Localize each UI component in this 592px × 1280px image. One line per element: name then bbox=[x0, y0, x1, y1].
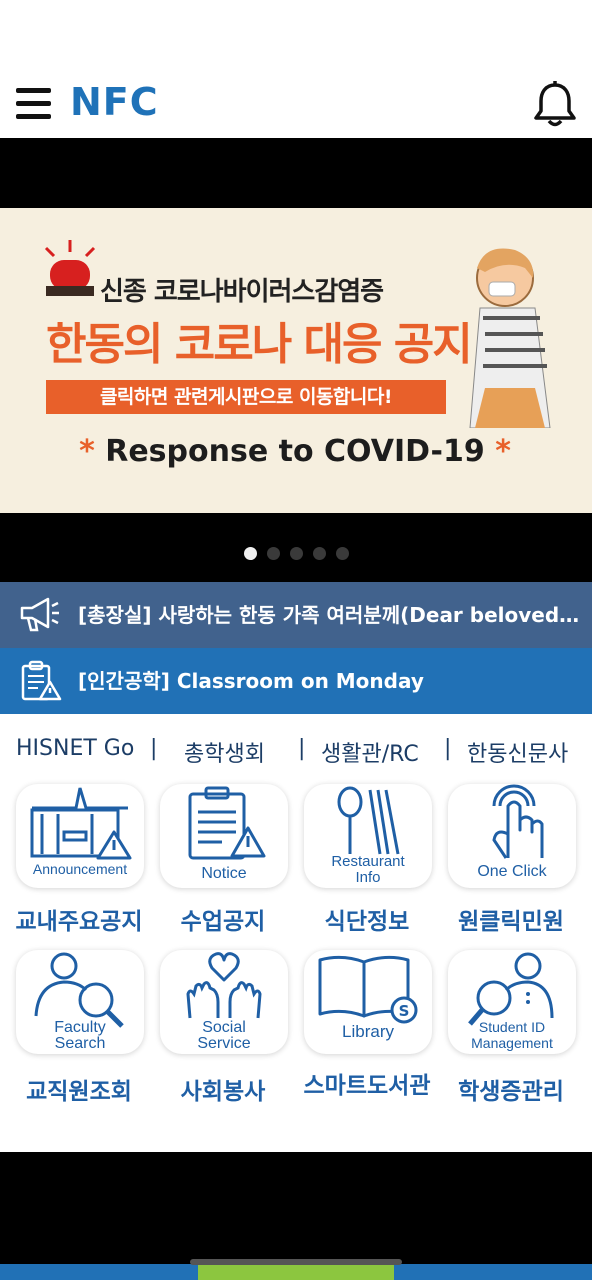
separator: | bbox=[444, 736, 452, 761]
tile-label-line2: Search bbox=[54, 1035, 106, 1052]
pagination-dot[interactable] bbox=[266, 547, 280, 560]
pagination-dot[interactable] bbox=[335, 547, 349, 560]
tile-caption: 스마트도서관 bbox=[303, 1073, 431, 1099]
tile-label: Library bbox=[342, 1022, 394, 1041]
pagination-dot[interactable] bbox=[312, 547, 326, 560]
quicklink-hisnet[interactable]: HISNET Go bbox=[16, 736, 134, 761]
carousel-pagination bbox=[0, 545, 592, 561]
notice-banner-class[interactable]: [인간공학] Classroom on Monday bbox=[0, 648, 592, 714]
tile-label-line2: Info bbox=[355, 869, 381, 886]
banner-line2: 한동의 코로나 대응 공지 bbox=[46, 319, 473, 370]
banner-star-left: * bbox=[79, 434, 95, 469]
tile-faculty-search[interactable]: Faculty Search bbox=[16, 950, 144, 1054]
separator: | bbox=[298, 736, 306, 761]
tile-social-service[interactable]: Social Service bbox=[160, 950, 288, 1054]
separator: | bbox=[150, 736, 158, 761]
quicklink-newspaper[interactable]: 한동신문사 bbox=[467, 736, 568, 768]
banner-line1: 신종 코로나바이러스감염증 bbox=[100, 277, 384, 307]
coughing-person-illustration bbox=[469, 248, 551, 428]
tile-label-line2: Service bbox=[197, 1035, 251, 1052]
siren-icon bbox=[44, 240, 96, 296]
quicklink-student-council[interactable]: 총학생회 bbox=[184, 736, 265, 768]
notice-banner-president[interactable]: [총장실] 사랑하는 한동 가족 여러분께(Dear beloved Hando… bbox=[0, 582, 592, 648]
notice-text: [인간공학] Classroom on Monday bbox=[78, 669, 424, 693]
tile-label-line2: Management bbox=[471, 1035, 553, 1051]
tile-announcement[interactable]: Announcement bbox=[16, 784, 144, 888]
tile-label-line1: Restaurant bbox=[331, 853, 405, 870]
tile-label: Announcement bbox=[32, 861, 128, 877]
tile-caption: 학생증관리 bbox=[458, 1079, 564, 1105]
tile-label-line1: Student ID bbox=[478, 1019, 546, 1035]
pagination-dot[interactable] bbox=[289, 547, 303, 560]
tile-restaurant[interactable]: Restaurant Info bbox=[304, 784, 432, 888]
megaphone-icon bbox=[20, 597, 59, 632]
pagination-dot[interactable] bbox=[243, 547, 257, 560]
banner-line3: 클릭하면 관련게시판으로 이동합니다! bbox=[46, 380, 446, 414]
banner-line4: * Response to COVID-19 * bbox=[70, 434, 520, 469]
notice-text: [총장실] 사랑하는 한동 가족 여러분께(Dear beloved Hando… bbox=[78, 603, 583, 627]
tile-library[interactable]: S Library bbox=[304, 950, 432, 1054]
home-indicator[interactable] bbox=[190, 1259, 402, 1265]
banner-carousel[interactable]: 신종 코로나바이러스감염증 한동의 코로나 대응 공지 클릭하면 관련게시판으로… bbox=[0, 138, 592, 582]
tile-caption: 사회봉사 bbox=[180, 1079, 266, 1105]
banner-line4-text: Response to COVID-19 bbox=[105, 434, 485, 469]
svg-text:S: S bbox=[399, 1002, 410, 1020]
tile-caption: 수업공지 bbox=[180, 909, 266, 935]
tile-caption: 식단정보 bbox=[324, 909, 410, 935]
tile-caption: 교직원조회 bbox=[26, 1079, 132, 1105]
quicklinks-bar: HISNET Go | 총학생회 | 생활관/RC | 한동신문사 bbox=[0, 730, 592, 770]
quicklink-dorm-rc[interactable]: 생활관/RC bbox=[321, 736, 419, 768]
tile-label-line1: Social bbox=[202, 1019, 246, 1036]
clipboard-alert-icon bbox=[21, 660, 62, 701]
bottom-nav-active[interactable] bbox=[198, 1264, 394, 1280]
bell-icon[interactable] bbox=[532, 80, 578, 128]
tile-label-line1: Faculty bbox=[54, 1019, 106, 1036]
hamburger-icon[interactable] bbox=[16, 88, 52, 120]
banner-star-right: * bbox=[495, 434, 511, 469]
bottom-spacer bbox=[0, 1152, 592, 1264]
tile-caption: 교내주요공지 bbox=[15, 909, 143, 935]
tile-notice[interactable]: Notice bbox=[160, 784, 288, 888]
tile-label: Notice bbox=[201, 865, 247, 882]
tile-label: One Click bbox=[477, 863, 547, 880]
tile-student-id[interactable]: Student ID Management bbox=[448, 950, 576, 1054]
app-brand: NFC bbox=[70, 80, 159, 124]
tile-one-click[interactable]: One Click bbox=[448, 784, 576, 888]
app-header: NFC bbox=[0, 0, 592, 138]
tile-caption: 원클릭민원 bbox=[458, 909, 564, 935]
